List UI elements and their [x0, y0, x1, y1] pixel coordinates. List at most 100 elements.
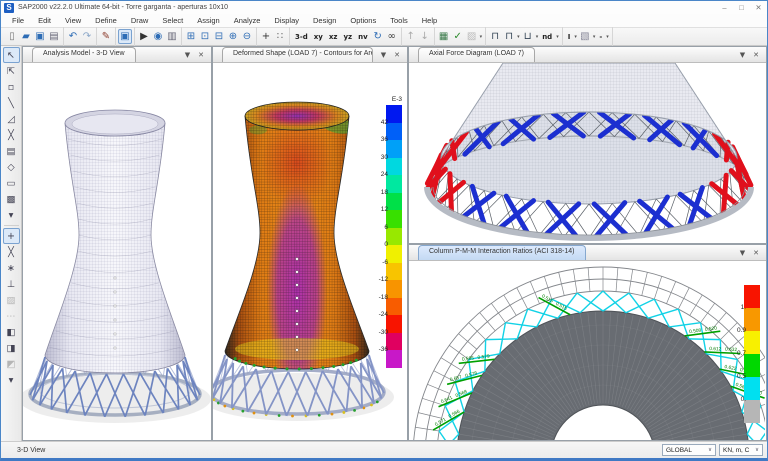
- assign-display-icon[interactable]: ▨: [465, 29, 479, 44]
- menu-help[interactable]: Help: [415, 14, 444, 27]
- panel-menu-caret-icon[interactable]: ▼: [740, 250, 745, 257]
- coord-system-select[interactable]: GLOBAL ∨: [662, 444, 716, 456]
- zoom-previous-icon[interactable]: ⊟: [212, 29, 226, 44]
- panel-close-icon[interactable]: ✕: [753, 52, 759, 59]
- legend-tick-label: 42: [372, 119, 388, 126]
- assign-display-icon-caret[interactable]: ▾: [479, 34, 484, 40]
- zoom-out-icon[interactable]: ⊖: [240, 29, 254, 44]
- move-up-icon[interactable]: ↑: [404, 29, 418, 44]
- quick-area-icon[interactable]: ▩: [3, 191, 20, 207]
- zoom-in-icon[interactable]: ⊕: [226, 29, 240, 44]
- view-xz-button[interactable]: xz: [326, 33, 341, 41]
- pan-icon[interactable]: +: [259, 29, 273, 44]
- quick-brace-icon[interactable]: ╳: [3, 127, 20, 143]
- copy-icon[interactable]: ▥: [165, 29, 179, 44]
- interaction-ratios-viewport[interactable]: 0.5150.5150.5790.5850.5780.6570.5680.641…: [409, 261, 766, 440]
- menu-edit[interactable]: Edit: [31, 14, 58, 27]
- undo-icon[interactable]: ↶: [66, 29, 80, 44]
- close-button[interactable]: ✕: [750, 2, 767, 14]
- legend-tick-label: 6: [372, 224, 388, 231]
- node-shrink-icon[interactable]: ∷: [273, 29, 287, 44]
- tab-interaction-ratios[interactable]: Column P-M-M Interaction Ratios (ACI 318…: [418, 245, 586, 260]
- print-icon[interactable]: ▤: [47, 29, 61, 44]
- new-model-icon[interactable]: ▯: [5, 29, 19, 44]
- frame-span2-icon[interactable]: ⊓: [502, 29, 516, 44]
- area-section-icon[interactable]: ▧: [578, 29, 592, 44]
- draw-more-caret[interactable]: ▾: [3, 207, 20, 223]
- menu-display[interactable]: Display: [267, 14, 306, 27]
- units-select[interactable]: KN, m, C ∨: [719, 444, 763, 456]
- lock-icon[interactable]: ▣: [118, 29, 132, 44]
- view-yz-button[interactable]: yz: [340, 33, 355, 41]
- menu-assign[interactable]: Assign: [190, 14, 227, 27]
- select-group-icon[interactable]: ◧: [3, 324, 20, 340]
- perspective-icon[interactable]: ∞: [385, 29, 399, 44]
- minimize-button[interactable]: –: [716, 2, 733, 14]
- snap-perpendicular-icon[interactable]: ⊥: [3, 276, 20, 292]
- move-down-icon[interactable]: ↓: [418, 29, 432, 44]
- redo-icon[interactable]: ↷: [80, 29, 94, 44]
- set-display-options-icon[interactable]: ▦: [437, 29, 451, 44]
- menu-draw[interactable]: Draw: [124, 14, 156, 27]
- menu-tools[interactable]: Tools: [383, 14, 415, 27]
- panel-menu-caret-icon[interactable]: ▼: [185, 52, 190, 59]
- legend-tick-label: 0.5: [730, 373, 746, 380]
- snap-intersection-icon[interactable]: ╳: [3, 244, 20, 260]
- deselect-icon[interactable]: ◩: [3, 356, 20, 372]
- panel-menu-caret-icon[interactable]: ▼: [381, 52, 386, 59]
- draw-poly-area-icon[interactable]: ◇: [3, 159, 20, 175]
- analysis-model-viewport[interactable]: [23, 63, 211, 440]
- maximize-button[interactable]: □: [733, 2, 750, 14]
- draw-rect-area-icon[interactable]: ▭: [3, 175, 20, 191]
- quick-beam-icon[interactable]: ▤: [3, 143, 20, 159]
- axial-force-viewport[interactable]: [409, 63, 766, 243]
- quick-frame-icon[interactable]: ◿: [3, 111, 20, 127]
- view-xy-button[interactable]: xy: [311, 33, 326, 41]
- run-analysis-icon[interactable]: ▶: [137, 29, 151, 44]
- legend-color-block: [744, 308, 760, 331]
- pen-icon[interactable]: ✎: [99, 29, 113, 44]
- panel-close-icon[interactable]: ✕: [394, 52, 400, 59]
- menu-design[interactable]: Design: [306, 14, 343, 27]
- tab-analysis-model[interactable]: Analysis Model - 3-D View: [32, 47, 136, 62]
- save-icon[interactable]: ▣: [33, 29, 47, 44]
- snap-more-caret[interactable]: ▾: [3, 372, 20, 388]
- zoom-window-icon[interactable]: ⊞: [184, 29, 198, 44]
- nd-button[interactable]: nd: [539, 33, 555, 41]
- tab-axial-force[interactable]: Axial Force Diagram (LOAD 7): [418, 47, 535, 62]
- isection-button[interactable]: I: [565, 33, 574, 41]
- select-prev-icon[interactable]: ◨: [3, 340, 20, 356]
- snap-joint-icon[interactable]: +: [3, 228, 20, 244]
- draw-frame-icon[interactable]: ╲: [3, 95, 20, 111]
- object-models-check-icon[interactable]: ✓: [451, 29, 465, 44]
- zoom-full-icon[interactable]: ⊡: [198, 29, 212, 44]
- menu-view[interactable]: View: [58, 14, 88, 27]
- menu-analyze[interactable]: Analyze: [227, 14, 268, 27]
- draw-joint-icon[interactable]: ▫: [3, 79, 20, 95]
- release-icon[interactable]: ⊔: [521, 29, 535, 44]
- menu-options[interactable]: Options: [343, 14, 383, 27]
- menu-file[interactable]: File: [5, 14, 31, 27]
- snap-lines-icon[interactable]: ▨: [3, 292, 20, 308]
- frame-span-icon[interactable]: ⊓: [488, 29, 502, 44]
- reshape-tool-icon[interactable]: ⇱: [3, 63, 20, 79]
- menu-select[interactable]: Select: [155, 14, 190, 27]
- rotate-view-icon[interactable]: ↻: [371, 29, 385, 44]
- legend-color-block: [386, 210, 402, 228]
- panel-close-icon[interactable]: ✕: [753, 250, 759, 257]
- show-deformed-icon[interactable]: ◉: [151, 29, 165, 44]
- none-button-caret[interactable]: ▾: [605, 34, 610, 40]
- pointer-tool-icon[interactable]: ↖: [3, 47, 20, 63]
- panel-menu-caret-icon[interactable]: ▼: [740, 52, 745, 59]
- nd-button-caret[interactable]: ▾: [555, 34, 560, 40]
- snap-fine-grid-icon[interactable]: ⋯: [3, 308, 20, 324]
- tab-deformed-shape[interactable]: Deformed Shape (LOAD 7) - Contours for A…: [222, 47, 373, 62]
- panel-close-icon[interactable]: ✕: [198, 52, 204, 59]
- none-button[interactable]: -: [596, 33, 605, 41]
- deformed-shape-viewport[interactable]: E-342363024181260-6-12-18-24-30-36: [213, 63, 407, 440]
- snap-midpoint-icon[interactable]: ∗: [3, 260, 20, 276]
- open-file-icon[interactable]: ▰: [19, 29, 33, 44]
- view-3d-button[interactable]: 3-d: [292, 33, 311, 41]
- view-nv-button[interactable]: nv: [355, 33, 371, 41]
- menu-define[interactable]: Define: [88, 14, 124, 27]
